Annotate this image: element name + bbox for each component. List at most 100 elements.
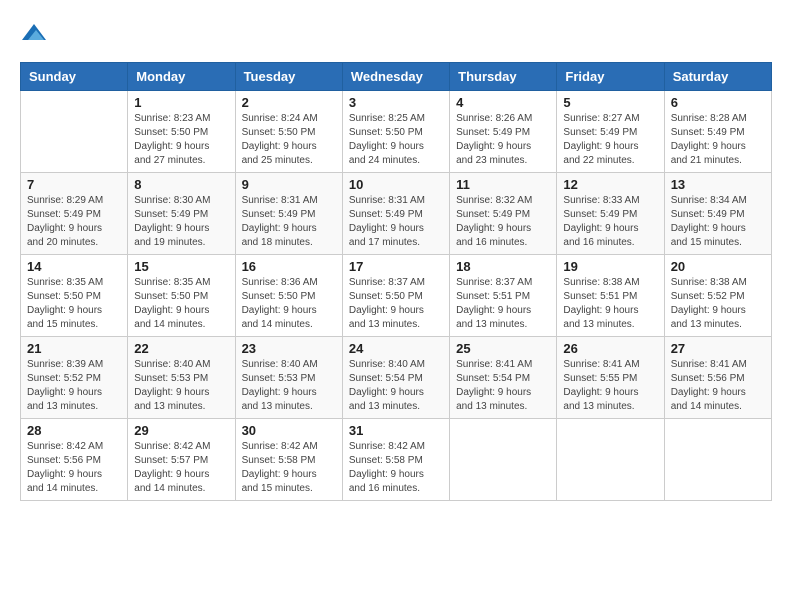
day-info: Sunrise: 8:37 AM Sunset: 5:50 PM Dayligh… bbox=[349, 276, 443, 332]
calendar-cell: 21 Sunrise: 8:39 AM Sunset: 5:52 PM Dayli… bbox=[21, 337, 128, 419]
day-number: 13 bbox=[671, 177, 765, 192]
day-number: 22 bbox=[134, 341, 228, 356]
calendar-cell: 5 Sunrise: 8:27 AM Sunset: 5:49 PM Daylig… bbox=[557, 91, 664, 173]
calendar-cell: 28 Sunrise: 8:42 AM Sunset: 5:56 PM Dayli… bbox=[21, 419, 128, 501]
day-info: Sunrise: 8:38 AM Sunset: 5:51 PM Dayligh… bbox=[563, 276, 657, 332]
day-number: 12 bbox=[563, 177, 657, 192]
calendar-week-row: 28 Sunrise: 8:42 AM Sunset: 5:56 PM Dayli… bbox=[21, 419, 772, 501]
day-info: Sunrise: 8:40 AM Sunset: 5:53 PM Dayligh… bbox=[242, 358, 336, 414]
day-info: Sunrise: 8:35 AM Sunset: 5:50 PM Dayligh… bbox=[27, 276, 121, 332]
calendar-cell: 3Sunrise: 8:25 AM Sunset: 5:50 PM Daylig… bbox=[342, 91, 449, 173]
calendar-body: 1 Sunrise: 8:23 AM Sunset: 5:50 PM Daylig… bbox=[21, 91, 772, 501]
day-number: 27 bbox=[671, 341, 765, 356]
calendar-cell: 12 Sunrise: 8:33 AM Sunset: 5:49 PM Dayli… bbox=[557, 173, 664, 255]
day-info: Sunrise: 8:41 AM Sunset: 5:55 PM Dayligh… bbox=[563, 358, 657, 414]
day-number: 8 bbox=[134, 177, 228, 192]
day-number: 7 bbox=[27, 177, 121, 192]
calendar-week-row: 14 Sunrise: 8:35 AM Sunset: 5:50 PM Dayli… bbox=[21, 255, 772, 337]
day-number: 20 bbox=[671, 259, 765, 274]
day-info: Sunrise: 8:27 AM Sunset: 5:49 PM Dayligh… bbox=[563, 112, 657, 168]
weekday-header-monday: Monday bbox=[128, 63, 235, 91]
weekday-header-sunday: Sunday bbox=[21, 63, 128, 91]
calendar-cell: 31 Sunrise: 8:42 AM Sunset: 5:58 PM Dayli… bbox=[342, 419, 449, 501]
weekday-header-tuesday: Tuesday bbox=[235, 63, 342, 91]
day-info: Sunrise: 8:32 AM Sunset: 5:49 PM Dayligh… bbox=[456, 194, 550, 250]
day-info: Sunrise: 8:28 AM Sunset: 5:49 PM Dayligh… bbox=[671, 112, 765, 168]
calendar-cell: 22Sunrise: 8:40 AM Sunset: 5:53 PM Dayli… bbox=[128, 337, 235, 419]
calendar-cell: 26 Sunrise: 8:41 AM Sunset: 5:55 PM Dayli… bbox=[557, 337, 664, 419]
day-number: 21 bbox=[27, 341, 121, 356]
calendar-cell: 27 Sunrise: 8:41 AM Sunset: 5:56 PM Dayli… bbox=[664, 337, 771, 419]
day-info: Sunrise: 8:30 AM Sunset: 5:49 PM Dayligh… bbox=[134, 194, 228, 250]
day-number: 15 bbox=[134, 259, 228, 274]
calendar-cell: 13Sunrise: 8:34 AM Sunset: 5:49 PM Dayli… bbox=[664, 173, 771, 255]
calendar-cell: 1 Sunrise: 8:23 AM Sunset: 5:50 PM Daylig… bbox=[128, 91, 235, 173]
day-info: Sunrise: 8:42 AM Sunset: 5:57 PM Dayligh… bbox=[134, 440, 228, 496]
day-number: 2 bbox=[242, 95, 336, 110]
calendar-cell bbox=[557, 419, 664, 501]
calendar-week-row: 21 Sunrise: 8:39 AM Sunset: 5:52 PM Dayli… bbox=[21, 337, 772, 419]
day-info: Sunrise: 8:42 AM Sunset: 5:56 PM Dayligh… bbox=[27, 440, 121, 496]
logo-icon bbox=[22, 20, 46, 44]
logo bbox=[20, 20, 46, 44]
calendar-cell: 30 Sunrise: 8:42 AM Sunset: 5:58 PM Dayli… bbox=[235, 419, 342, 501]
day-number: 19 bbox=[563, 259, 657, 274]
day-info: Sunrise: 8:31 AM Sunset: 5:49 PM Dayligh… bbox=[349, 194, 443, 250]
day-info: Sunrise: 8:29 AM Sunset: 5:49 PM Dayligh… bbox=[27, 194, 121, 250]
day-number: 26 bbox=[563, 341, 657, 356]
day-info: Sunrise: 8:31 AM Sunset: 5:49 PM Dayligh… bbox=[242, 194, 336, 250]
calendar-table: SundayMondayTuesdayWednesdayThursdayFrid… bbox=[20, 62, 772, 501]
calendar-cell: 15Sunrise: 8:35 AM Sunset: 5:50 PM Dayli… bbox=[128, 255, 235, 337]
day-number: 5 bbox=[563, 95, 657, 110]
calendar-cell: 9 Sunrise: 8:31 AM Sunset: 5:49 PM Daylig… bbox=[235, 173, 342, 255]
calendar-header: SundayMondayTuesdayWednesdayThursdayFrid… bbox=[21, 63, 772, 91]
calendar-cell: 11 Sunrise: 8:32 AM Sunset: 5:49 PM Dayli… bbox=[450, 173, 557, 255]
calendar-cell: 17 Sunrise: 8:37 AM Sunset: 5:50 PM Dayli… bbox=[342, 255, 449, 337]
day-number: 11 bbox=[456, 177, 550, 192]
day-number: 24 bbox=[349, 341, 443, 356]
day-info: Sunrise: 8:24 AM Sunset: 5:50 PM Dayligh… bbox=[242, 112, 336, 168]
day-number: 31 bbox=[349, 423, 443, 438]
day-number: 23 bbox=[242, 341, 336, 356]
day-number: 6 bbox=[671, 95, 765, 110]
day-info: Sunrise: 8:36 AM Sunset: 5:50 PM Dayligh… bbox=[242, 276, 336, 332]
day-info: Sunrise: 8:41 AM Sunset: 5:56 PM Dayligh… bbox=[671, 358, 765, 414]
calendar-cell: 6 Sunrise: 8:28 AM Sunset: 5:49 PM Daylig… bbox=[664, 91, 771, 173]
day-number: 10 bbox=[349, 177, 443, 192]
weekday-header-saturday: Saturday bbox=[664, 63, 771, 91]
day-number: 30 bbox=[242, 423, 336, 438]
weekday-header-row: SundayMondayTuesdayWednesdayThursdayFrid… bbox=[21, 63, 772, 91]
day-number: 3 bbox=[349, 95, 443, 110]
day-number: 28 bbox=[27, 423, 121, 438]
day-info: Sunrise: 8:38 AM Sunset: 5:52 PM Dayligh… bbox=[671, 276, 765, 332]
day-number: 18 bbox=[456, 259, 550, 274]
day-info: Sunrise: 8:26 AM Sunset: 5:49 PM Dayligh… bbox=[456, 112, 550, 168]
top-area bbox=[20, 20, 772, 52]
day-info: Sunrise: 8:42 AM Sunset: 5:58 PM Dayligh… bbox=[349, 440, 443, 496]
calendar-cell: 24 Sunrise: 8:40 AM Sunset: 5:54 PM Dayli… bbox=[342, 337, 449, 419]
day-number: 14 bbox=[27, 259, 121, 274]
calendar-cell: 7 Sunrise: 8:29 AM Sunset: 5:49 PM Daylig… bbox=[21, 173, 128, 255]
calendar-cell bbox=[450, 419, 557, 501]
calendar-cell: 2 Sunrise: 8:24 AM Sunset: 5:50 PM Daylig… bbox=[235, 91, 342, 173]
day-info: Sunrise: 8:42 AM Sunset: 5:58 PM Dayligh… bbox=[242, 440, 336, 496]
day-info: Sunrise: 8:33 AM Sunset: 5:49 PM Dayligh… bbox=[563, 194, 657, 250]
day-number: 17 bbox=[349, 259, 443, 274]
day-number: 1 bbox=[134, 95, 228, 110]
weekday-header-thursday: Thursday bbox=[450, 63, 557, 91]
calendar-cell: 18Sunrise: 8:37 AM Sunset: 5:51 PM Dayli… bbox=[450, 255, 557, 337]
calendar-cell: 29 Sunrise: 8:42 AM Sunset: 5:57 PM Dayli… bbox=[128, 419, 235, 501]
calendar-cell: 10 Sunrise: 8:31 AM Sunset: 5:49 PM Dayli… bbox=[342, 173, 449, 255]
day-number: 29 bbox=[134, 423, 228, 438]
day-number: 4 bbox=[456, 95, 550, 110]
calendar-cell: 4 Sunrise: 8:26 AM Sunset: 5:49 PM Daylig… bbox=[450, 91, 557, 173]
day-number: 9 bbox=[242, 177, 336, 192]
day-number: 16 bbox=[242, 259, 336, 274]
calendar-cell: 20 Sunrise: 8:38 AM Sunset: 5:52 PM Dayli… bbox=[664, 255, 771, 337]
weekday-header-wednesday: Wednesday bbox=[342, 63, 449, 91]
day-info: Sunrise: 8:23 AM Sunset: 5:50 PM Dayligh… bbox=[134, 112, 228, 168]
calendar-week-row: 1 Sunrise: 8:23 AM Sunset: 5:50 PM Daylig… bbox=[21, 91, 772, 173]
day-info: Sunrise: 8:39 AM Sunset: 5:52 PM Dayligh… bbox=[27, 358, 121, 414]
day-info: Sunrise: 8:40 AM Sunset: 5:54 PM Dayligh… bbox=[349, 358, 443, 414]
day-info: Sunrise: 8:41 AM Sunset: 5:54 PM Dayligh… bbox=[456, 358, 550, 414]
